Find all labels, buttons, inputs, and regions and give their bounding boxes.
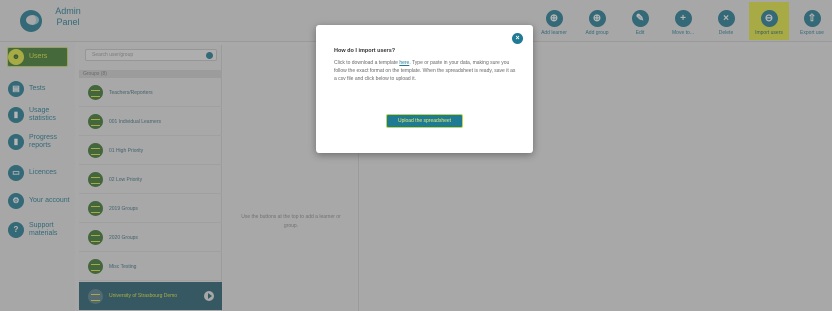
close-icon[interactable]: ×	[512, 33, 523, 44]
admin-panel-app: Admin Panel ⊕ Add learner ⊕ Add group ✎ Edit +…	[0, 0, 832, 311]
dialog-title: How do I import users?	[334, 48, 396, 54]
upload-spreadsheet-button[interactable]: Upload the spreadsheet	[386, 114, 463, 128]
instructions-text-start: Click to download a template	[334, 60, 400, 66]
dialog-instructions: Click to download a template here. Type …	[334, 59, 518, 83]
template-download-link[interactable]: here	[399, 60, 409, 66]
import-users-dialog: × How do I import users? Click to downlo…	[316, 25, 533, 153]
